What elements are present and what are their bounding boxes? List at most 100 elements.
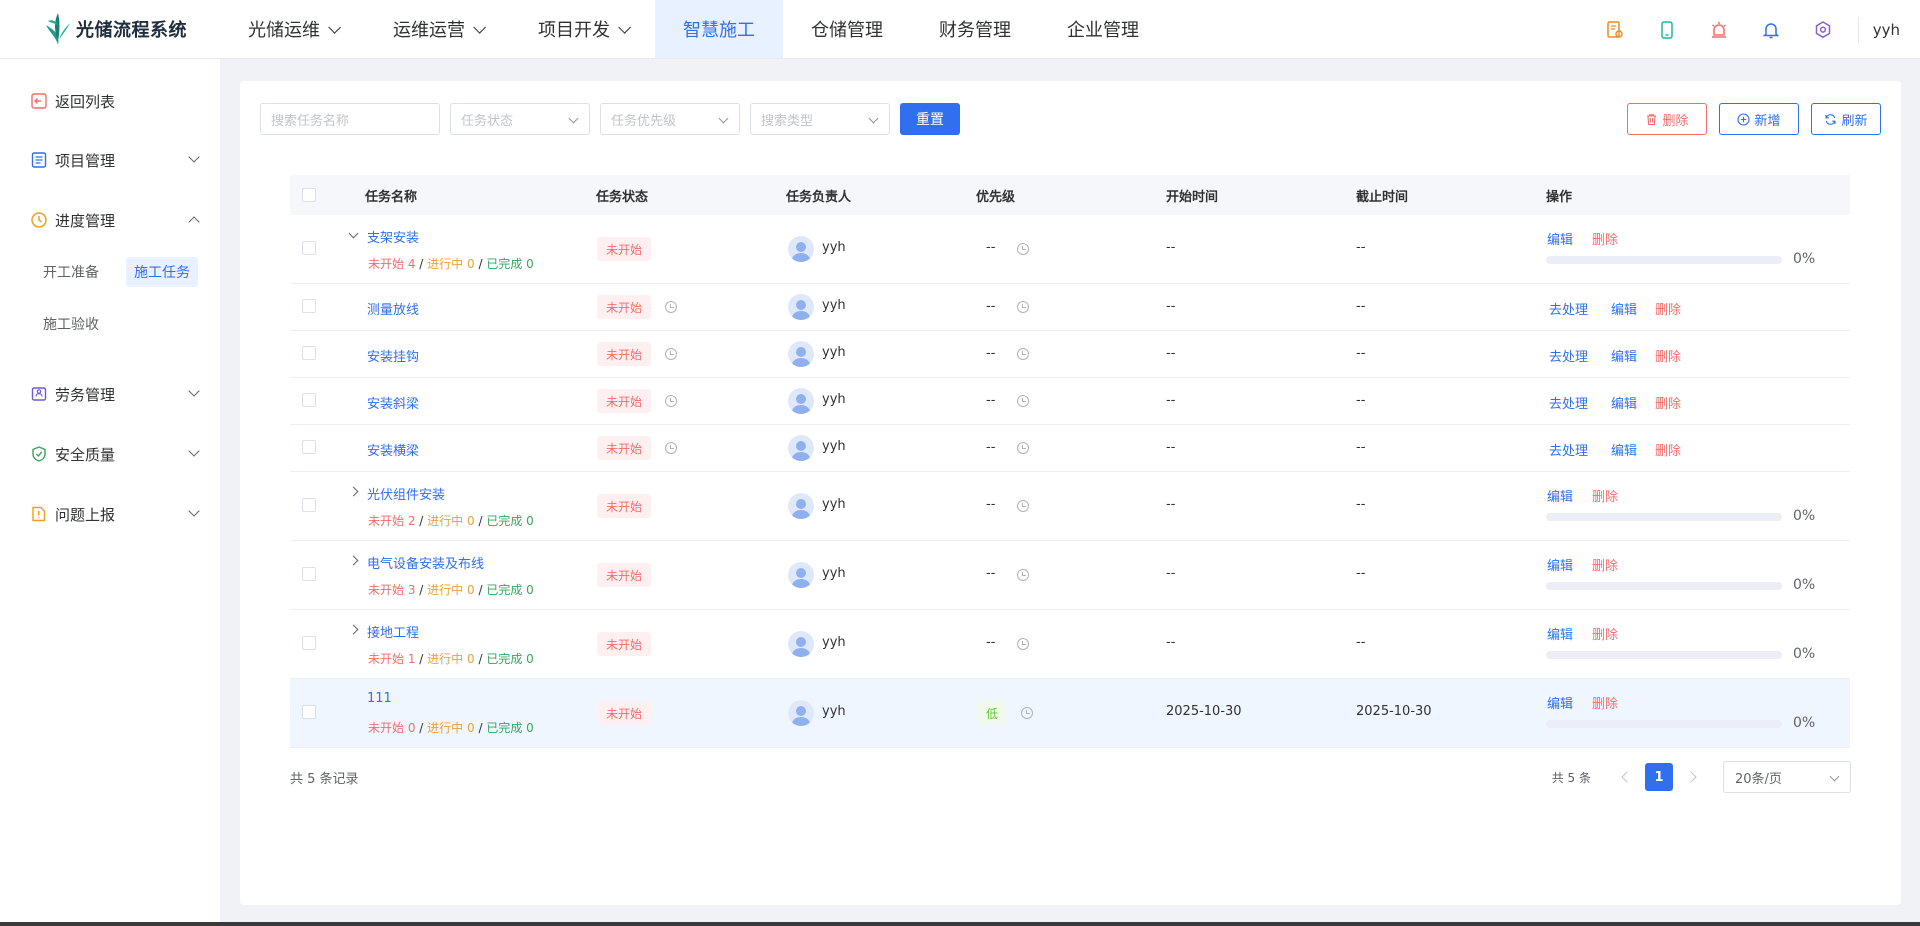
task-name-link[interactable]: 光伏组件安装 xyxy=(367,484,445,503)
row-checkbox[interactable] xyxy=(302,346,316,360)
row-checkbox[interactable] xyxy=(302,567,316,581)
chevron-right-icon[interactable] xyxy=(348,624,359,635)
sidebar-subitem-start-prep[interactable]: 开工准备 xyxy=(35,257,107,287)
alarm-icon[interactable] xyxy=(1708,19,1730,41)
row-checkbox[interactable] xyxy=(302,440,316,454)
topnav-item-cangchu-guanli[interactable]: 仓储管理 xyxy=(783,0,911,58)
task-name-link[interactable]: 111 xyxy=(367,691,392,706)
sidebar-subitem-construction-tasks[interactable]: 施工任务 xyxy=(126,257,198,287)
brand[interactable]: 光储流程系统 xyxy=(0,0,220,58)
delete-link[interactable]: 删除 xyxy=(1655,440,1681,459)
delete-link[interactable]: 删除 xyxy=(1592,624,1618,643)
row-checkbox[interactable] xyxy=(302,241,316,255)
map-pin-icon[interactable] xyxy=(1604,19,1626,41)
sidebar-item-project-management[interactable]: 项目管理 xyxy=(30,148,200,172)
table-row[interactable]: 电气设备安装及布线 未开始 3 / 进行中 0 / 已完成 0 未开始 yyh … xyxy=(290,541,1850,610)
chevron-right-icon[interactable] xyxy=(348,555,359,566)
table-row[interactable]: 111 未开始 0 / 进行中 0 / 已完成 0 未开始 yyh 低 2025… xyxy=(290,679,1850,748)
plus-circle-icon xyxy=(1737,112,1751,126)
top-right-tools: yyh xyxy=(1604,0,1920,59)
task-name-link[interactable]: 测量放线 xyxy=(367,299,419,318)
topnav-item-zhihui-shigong[interactable]: 智慧施工 xyxy=(655,0,783,58)
topnav-item-caiwu-guanli[interactable]: 财务管理 xyxy=(911,0,1039,58)
app-title: 光储流程系统 xyxy=(76,20,187,41)
row-checkbox[interactable] xyxy=(302,636,316,650)
topnav-item-guangchu-yunwei[interactable]: 光储运维 xyxy=(220,0,365,58)
start-time: -- xyxy=(1166,566,1176,581)
handle-link[interactable]: 去处理 xyxy=(1549,440,1588,459)
table-row[interactable]: 测量放线 未开始 yyh -- -- -- 去处理 编辑 删除 xyxy=(290,284,1850,331)
handle-link[interactable]: 去处理 xyxy=(1549,393,1588,412)
row-checkbox[interactable] xyxy=(302,299,316,313)
table-row[interactable]: 光伏组件安装 未开始 2 / 进行中 0 / 已完成 0 未开始 yyh -- … xyxy=(290,472,1850,541)
user-menu[interactable]: yyh xyxy=(1873,21,1900,39)
edit-link[interactable]: 编辑 xyxy=(1611,346,1637,365)
delete-link[interactable]: 删除 xyxy=(1592,555,1618,574)
delete-link[interactable]: 删除 xyxy=(1655,346,1681,365)
sidebar-item-back[interactable]: 返回列表 xyxy=(30,89,198,113)
task-type-select[interactable]: 搜索类型 xyxy=(750,103,890,135)
delete-link[interactable]: 删除 xyxy=(1655,299,1681,318)
settings-icon[interactable] xyxy=(1812,19,1834,41)
task-name-link[interactable]: 安装横梁 xyxy=(367,440,419,459)
delete-link[interactable]: 删除 xyxy=(1592,486,1618,505)
delete-button[interactable]: 删除 xyxy=(1627,103,1707,135)
edit-link[interactable]: 编辑 xyxy=(1547,229,1573,248)
mobile-icon[interactable] xyxy=(1656,19,1678,41)
row-checkbox[interactable] xyxy=(302,393,316,407)
refresh-button[interactable]: 刷新 xyxy=(1811,103,1881,135)
task-priority-select[interactable]: 任务优先级 xyxy=(600,103,740,135)
chevron-right-icon[interactable] xyxy=(1685,771,1697,783)
handle-link[interactable]: 去处理 xyxy=(1549,346,1588,365)
add-button[interactable]: 新增 xyxy=(1719,103,1799,135)
delete-link[interactable]: 删除 xyxy=(1592,693,1618,712)
avatar xyxy=(788,493,814,519)
task-status-select[interactable]: 任务状态 xyxy=(450,103,590,135)
table-row[interactable]: 接地工程 未开始 1 / 进行中 0 / 已完成 0 未开始 yyh -- --… xyxy=(290,610,1850,679)
chevron-down-icon[interactable] xyxy=(348,228,359,239)
edit-link[interactable]: 编辑 xyxy=(1547,555,1573,574)
task-name-link[interactable]: 接地工程 xyxy=(367,622,419,641)
table-row[interactable]: 支架安装 未开始 4 / 进行中 0 / 已完成 0 未开始 yyh -- --… xyxy=(290,215,1850,284)
row-checkbox[interactable] xyxy=(302,498,316,512)
start-time: -- xyxy=(1166,240,1176,255)
reset-button[interactable]: 重置 xyxy=(900,103,960,135)
subtask-counts: 未开始 1 / 进行中 0 / 已完成 0 xyxy=(368,652,534,666)
task-name-link[interactable]: 安装斜梁 xyxy=(367,393,419,412)
sidebar-item-issue-report[interactable]: 问题上报 xyxy=(30,502,200,526)
task-name-link[interactable]: 支架安装 xyxy=(367,227,419,246)
delete-link[interactable]: 删除 xyxy=(1592,229,1618,248)
sidebar-item-label: 安全质量 xyxy=(55,445,116,464)
edit-link[interactable]: 编辑 xyxy=(1547,486,1573,505)
edit-link[interactable]: 编辑 xyxy=(1611,393,1637,412)
topnav-item-qiye-guanli[interactable]: 企业管理 xyxy=(1039,0,1167,58)
start-time: -- xyxy=(1166,299,1176,314)
edit-link[interactable]: 编辑 xyxy=(1547,693,1573,712)
topnav-item-yunwei-yunying[interactable]: 运维运营 xyxy=(365,0,510,58)
topnav-item-xiangmu-kaifa[interactable]: 项目开发 xyxy=(510,0,655,58)
page-size-select[interactable]: 20条/页 xyxy=(1723,761,1851,793)
bell-icon[interactable] xyxy=(1760,19,1782,41)
sidebar-item-safety-quality[interactable]: 安全质量 xyxy=(30,442,200,466)
table-row[interactable]: 安装斜梁 未开始 yyh -- -- -- 去处理 编辑 删除 xyxy=(290,378,1850,425)
task-name-link[interactable]: 电气设备安装及布线 xyxy=(367,553,484,572)
task-name-link[interactable]: 安装挂钩 xyxy=(367,346,419,365)
delete-link[interactable]: 删除 xyxy=(1655,393,1681,412)
task-owner: yyh xyxy=(822,635,846,650)
select-all-checkbox[interactable] xyxy=(302,188,316,202)
task-name-search-input[interactable]: 搜索任务名称 xyxy=(260,103,440,135)
edit-link[interactable]: 编辑 xyxy=(1547,624,1573,643)
edit-link[interactable]: 编辑 xyxy=(1611,440,1637,459)
sidebar-item-labor-management[interactable]: 劳务管理 xyxy=(30,382,200,406)
page-button-current[interactable]: 1 xyxy=(1645,763,1673,791)
sidebar-subitem-acceptance[interactable]: 施工验收 xyxy=(35,309,107,339)
row-checkbox[interactable] xyxy=(302,705,316,719)
table-row[interactable]: 安装横梁 未开始 yyh -- -- -- 去处理 编辑 删除 xyxy=(290,425,1850,472)
sidebar-subitem-label: 施工验收 xyxy=(43,317,99,333)
chevron-right-icon[interactable] xyxy=(348,486,359,497)
chevron-left-icon[interactable] xyxy=(1621,771,1633,783)
table-row[interactable]: 安装挂钩 未开始 yyh -- -- -- 去处理 编辑 删除 xyxy=(290,331,1850,378)
sidebar-item-progress-management[interactable]: 进度管理 xyxy=(30,208,200,232)
edit-link[interactable]: 编辑 xyxy=(1611,299,1637,318)
handle-link[interactable]: 去处理 xyxy=(1549,299,1588,318)
